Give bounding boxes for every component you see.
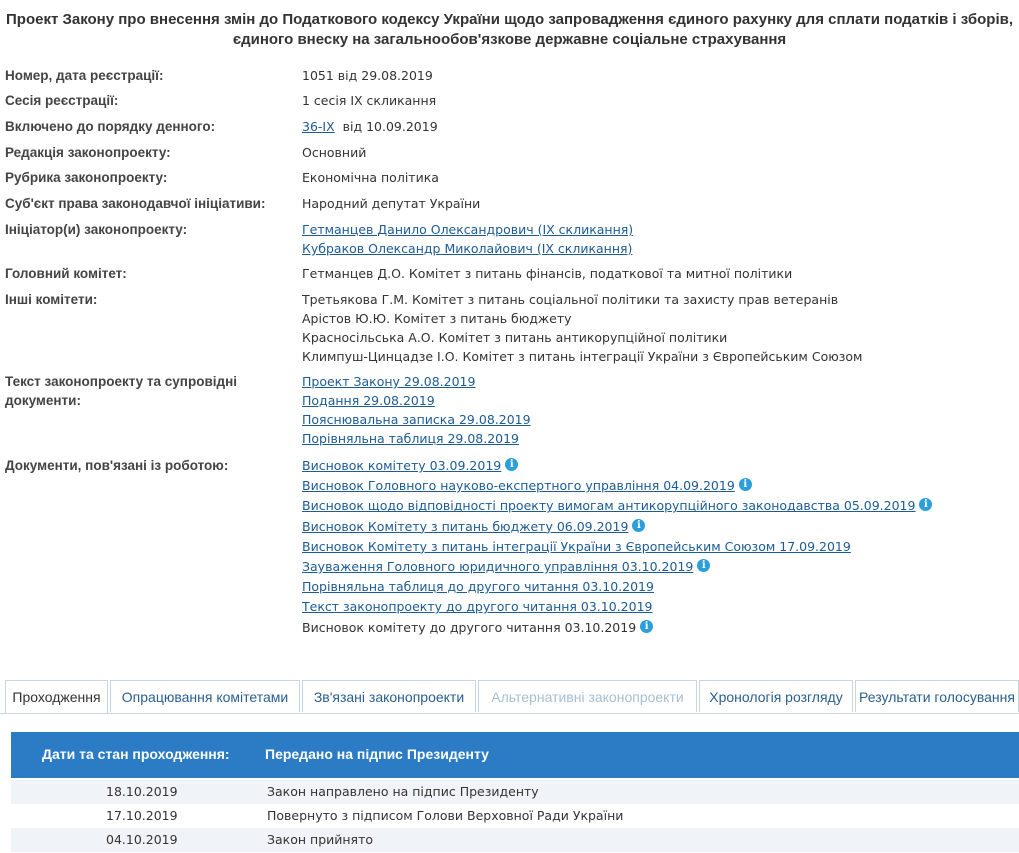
text-doc-link[interactable]: Порівняльна таблиця 29.08.2019 bbox=[302, 431, 519, 446]
texts-label-line1: Текст законопроекту та супровідні bbox=[5, 374, 237, 389]
rubric-label: Рубрика законопроекту: bbox=[5, 170, 168, 185]
progress-status: Повернуто з підписом Голови Верховної Ра… bbox=[267, 808, 624, 823]
agenda-label: Включено до порядку денного: bbox=[5, 119, 216, 134]
tab-bar: Проходження Опрацювання комітетами Зв'яз… bbox=[0, 676, 1019, 714]
session-value: 1 сесія IX скликання bbox=[302, 93, 437, 108]
progress-header-label: Дати та стан проходження: bbox=[42, 746, 230, 762]
info-icon[interactable]: i bbox=[919, 498, 933, 512]
session-label: Сесія реєстрації: bbox=[5, 93, 119, 108]
initiators-list: Гетманцев Данило Олександрович (IX склик… bbox=[302, 220, 633, 258]
progress-row: 04.10.2019 Закон прийнято bbox=[11, 828, 1019, 852]
progress-date: 04.10.2019 bbox=[106, 832, 178, 847]
progress-row: 17.10.2019 Повернуто з підписом Голови В… bbox=[11, 804, 1019, 828]
related-doc-link[interactable]: Зауваження Головного юридичного управлін… bbox=[302, 559, 693, 574]
texts-label-line2: документи: bbox=[5, 393, 81, 408]
related-doc-link[interactable]: Висновок Головного науково-експертного у… bbox=[302, 478, 735, 493]
agenda-value: 36-IX від 10.09.2019 bbox=[302, 117, 438, 136]
text-doc-link[interactable]: Проект Закону 29.08.2019 bbox=[302, 374, 475, 389]
registration-label: Номер, дата реєстрації: bbox=[5, 68, 164, 83]
progress-header: Дати та стан проходження: Передано на пі… bbox=[11, 732, 1019, 778]
agenda-date: від 10.09.2019 bbox=[342, 119, 438, 134]
progress-status: Закон прийнято bbox=[267, 832, 373, 847]
progress-date: 18.10.2019 bbox=[106, 784, 178, 799]
texts-list: Проект Закону 29.08.2019 Подання 29.08.2… bbox=[302, 372, 531, 448]
progress-status: Закон направлено на підпис Президенту bbox=[267, 784, 539, 799]
tab-passage[interactable]: Проходження bbox=[5, 680, 108, 713]
initiators-label: Ініціатор(и) законопроекту: bbox=[5, 222, 188, 237]
other-committees-label: Інші комітети: bbox=[5, 292, 98, 307]
rubric-value: Економічна політика bbox=[302, 170, 439, 185]
progress-header-status: Передано на підпис Президенту bbox=[265, 746, 489, 762]
edition-value: Основний bbox=[302, 145, 367, 160]
tab-committee-work[interactable]: Опрацювання комітетами bbox=[110, 680, 300, 712]
agenda-link[interactable]: 36-IX bbox=[302, 119, 335, 134]
tab-linked-bills[interactable]: Зв'язані законопроекти bbox=[302, 680, 476, 712]
main-committee-value: Гетманцев Д.О. Комітет з питань фінансів… bbox=[302, 266, 793, 281]
related-doc-link[interactable]: Висновок Комітету з питань бюджету 06.09… bbox=[302, 519, 628, 534]
info-icon[interactable]: i bbox=[697, 559, 711, 573]
progress-row: 18.10.2019 Закон направлено на підпис Пр… bbox=[11, 780, 1019, 804]
page-title: Проект Закону про внесення змін до Подат… bbox=[6, 11, 1013, 48]
committee-item: Красносільська А.О. Комітет з питань ант… bbox=[302, 330, 728, 345]
info-icon[interactable]: i bbox=[632, 518, 646, 532]
info-icon[interactable]: i bbox=[640, 619, 654, 633]
other-committees-list: Третьякова Г.М. Комітет з питань соціаль… bbox=[302, 290, 862, 366]
initiator-link[interactable]: Кубраков Олександр Миколайович (IX склик… bbox=[302, 241, 632, 256]
edition-label: Редакція законопроекту: bbox=[5, 145, 171, 160]
info-icon[interactable]: i bbox=[505, 458, 519, 471]
related-doc-link[interactable]: Висновок комітету 03.09.2019 bbox=[302, 458, 501, 473]
related-doc-link[interactable]: Текст законопроекту до другого читання 0… bbox=[302, 599, 652, 614]
text-doc-link[interactable]: Подання 29.08.2019 bbox=[302, 393, 435, 408]
tab-chronology[interactable]: Хронологія розгляду bbox=[699, 680, 853, 712]
tab-voting-results[interactable]: Результати голосування bbox=[855, 680, 1019, 712]
initiator-link[interactable]: Гетманцев Данило Олександрович (IX склик… bbox=[302, 222, 633, 237]
main-committee-label: Головний комітет: bbox=[5, 266, 127, 281]
related-docs-label: Документи, пов'язані із роботою: bbox=[5, 458, 229, 473]
related-doc-link[interactable]: Висновок Комітету з питань інтеграції Ук… bbox=[302, 539, 851, 554]
texts-label: Текст законопроекту та супровідні докуме… bbox=[5, 372, 275, 410]
related-doc-link[interactable]: Висновок щодо відповідності проекту вимо… bbox=[302, 498, 915, 513]
related-doc-text: Висновок комітету до другого читання 03.… bbox=[302, 619, 637, 635]
tab-alternative-bills: Альтернативні законопроекти bbox=[478, 680, 697, 712]
registration-value: 1051 від 29.08.2019 bbox=[302, 68, 433, 83]
subject-value: Народний депутат України bbox=[302, 196, 481, 211]
info-icon[interactable]: i bbox=[738, 478, 752, 492]
committee-item: Третьякова Г.М. Комітет з питань соціаль… bbox=[302, 292, 839, 307]
progress-date: 17.10.2019 bbox=[106, 808, 178, 823]
committee-item: Арістов Ю.Ю. Комітет з питань бюджету bbox=[302, 311, 572, 326]
text-doc-link[interactable]: Пояснювальна записка 29.08.2019 bbox=[302, 412, 531, 427]
committee-item: Климпуш-Цинцадзе І.О. Комітет з питань і… bbox=[302, 349, 863, 364]
related-docs-list: Висновок комітету 03.09.2019 i Висновок Г… bbox=[302, 456, 933, 638]
subject-label: Суб'єкт права законодавчої ініціативи: bbox=[5, 196, 266, 211]
related-doc-link[interactable]: Порівняльна таблиця до другого читання 0… bbox=[302, 579, 654, 594]
